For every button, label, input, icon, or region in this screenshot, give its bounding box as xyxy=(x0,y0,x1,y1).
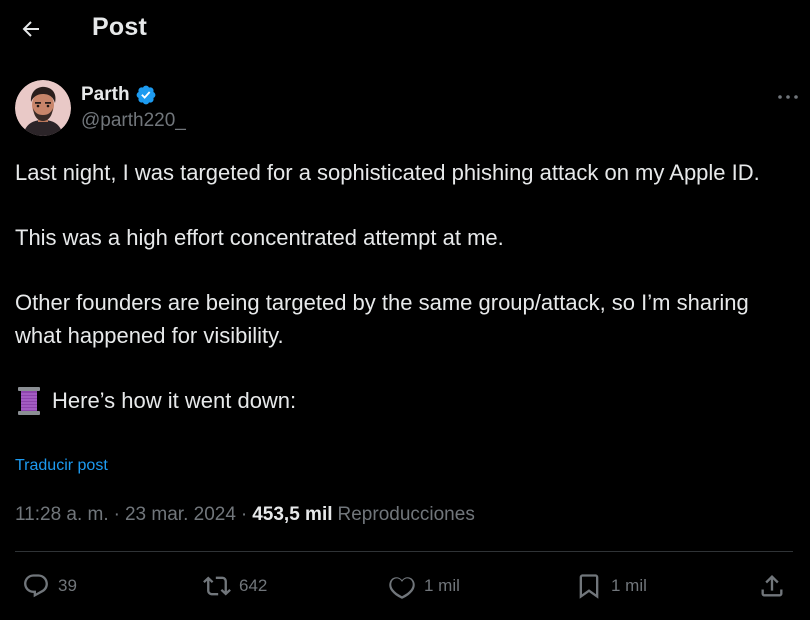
thread-intro-text: Here’s how it went down: xyxy=(52,388,297,413)
post-time[interactable]: 11:28 a. m. xyxy=(15,504,109,526)
arrow-left-icon xyxy=(22,21,39,37)
views-count[interactable]: 453,5 mil xyxy=(252,504,332,526)
share-button[interactable] xyxy=(758,566,786,606)
more-horizontal-icon xyxy=(778,95,798,99)
reply-button[interactable]: 39 xyxy=(22,566,77,606)
post-header: Post xyxy=(0,0,810,58)
repost-icon xyxy=(203,576,231,596)
views-label[interactable]: Reproducciones xyxy=(338,504,475,526)
translate-post-link[interactable]: Traducir post xyxy=(15,457,108,475)
page-title: Post xyxy=(92,13,147,41)
back-button[interactable] xyxy=(14,12,48,46)
avatar[interactable] xyxy=(15,80,71,136)
post-actions-bar: 39 642 1 mil 1 mil xyxy=(0,566,810,606)
like-count: 1 mil xyxy=(424,576,460,595)
author-name-row: Parth xyxy=(81,84,157,106)
bookmark-icon xyxy=(579,574,599,599)
avatar-illustration xyxy=(15,80,71,136)
post-metadata: 11:28 a. m. · 23 mar. 2024 · 453,5 mil R… xyxy=(15,504,475,526)
meta-separator: · xyxy=(240,504,248,525)
post-paragraph: Other founders are being targeted by the… xyxy=(15,290,749,348)
heart-icon xyxy=(389,577,415,599)
verified-badge-icon[interactable] xyxy=(135,84,157,106)
post-text: Last night, I was targeted for a sophist… xyxy=(15,156,785,417)
bookmark-button[interactable]: 1 mil xyxy=(575,566,647,606)
post-author: Parth @parth220_ xyxy=(15,80,798,138)
thread-spool-icon xyxy=(18,386,40,415)
thread-intro: Here’s how it went down: xyxy=(15,384,785,417)
reply-icon xyxy=(24,574,48,598)
reply-count: 39 xyxy=(58,576,77,595)
share-icon xyxy=(761,575,783,597)
author-name[interactable]: Parth xyxy=(81,84,130,106)
bookmark-count: 1 mil xyxy=(611,576,647,595)
post-date[interactable]: 23 mar. 2024 xyxy=(125,504,236,526)
divider xyxy=(15,551,793,552)
meta-separator: · xyxy=(113,504,120,525)
post-paragraph: This was a high effort concentrated atte… xyxy=(15,225,504,250)
like-button[interactable]: 1 mil xyxy=(388,566,460,606)
repost-button[interactable]: 642 xyxy=(203,566,267,606)
repost-count: 642 xyxy=(239,576,268,595)
post-paragraph: Last night, I was targeted for a sophist… xyxy=(15,160,760,185)
more-options-button[interactable] xyxy=(771,86,805,108)
author-handle[interactable]: @parth220_ xyxy=(81,110,186,132)
